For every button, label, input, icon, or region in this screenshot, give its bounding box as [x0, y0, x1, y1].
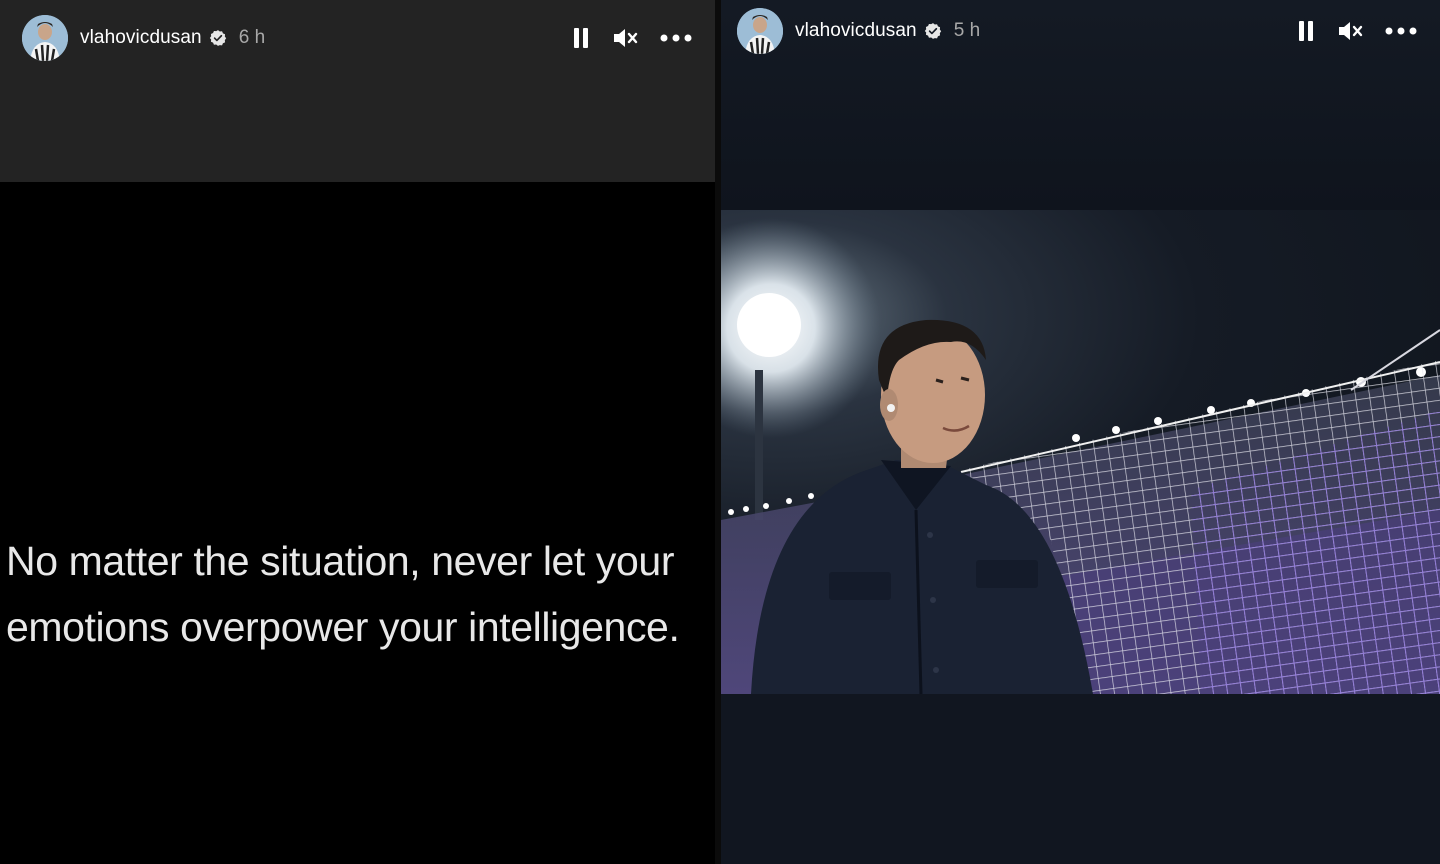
pause-icon[interactable]	[1297, 19, 1315, 43]
story-header-row: vlahovicdusan 5 h	[737, 8, 1417, 54]
story-content	[0, 182, 715, 864]
story-bottom	[721, 694, 1440, 864]
verified-badge-icon	[209, 30, 226, 46]
story-header: vlahovicdusan 5 h	[721, 0, 1440, 210]
timestamp: 5 h	[953, 20, 981, 41]
muted-speaker-icon[interactable]	[612, 26, 638, 50]
story-controls	[572, 26, 692, 50]
story-controls	[1297, 19, 1417, 43]
story-right[interactable]: vlahovicdusan 5 h	[721, 0, 1440, 864]
quote-line-2: emotions overpower your intelligence.	[6, 604, 680, 650]
story-header-row: vlahovicdusan 6 h	[22, 15, 692, 61]
story-quote: No matter the situation, never let your …	[6, 528, 715, 660]
pause-icon[interactable]	[572, 26, 590, 50]
avatar[interactable]	[737, 8, 783, 54]
verified-badge-icon	[924, 23, 941, 39]
avatar[interactable]	[22, 15, 68, 61]
muted-speaker-icon[interactable]	[1337, 19, 1363, 43]
username[interactable]: vlahovicdusan	[80, 27, 202, 49]
quote-line-1: No matter the situation, never let your	[6, 538, 675, 584]
timestamp: 6 h	[238, 27, 266, 48]
story-photo	[721, 210, 1440, 694]
username[interactable]: vlahovicdusan	[795, 20, 917, 42]
story-left[interactable]: vlahovicdusan 6 h No matter the situatio…	[0, 0, 715, 864]
more-options-icon[interactable]	[660, 33, 692, 43]
story-header: vlahovicdusan 6 h	[0, 0, 715, 182]
more-options-icon[interactable]	[1385, 26, 1417, 36]
